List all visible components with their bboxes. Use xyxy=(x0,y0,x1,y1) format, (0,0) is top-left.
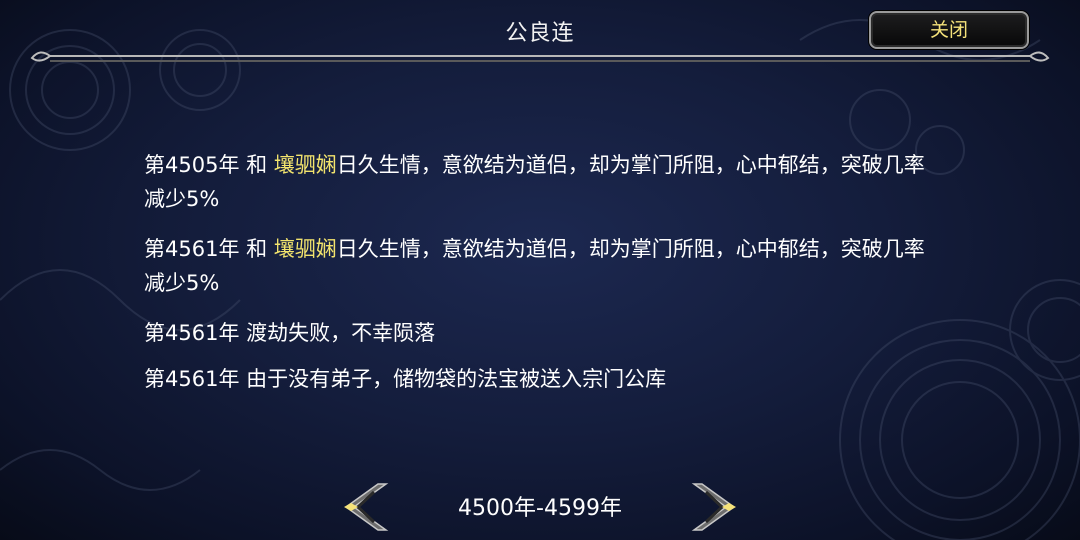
log-entry-text: 第4561年 由于没有弟子，储物袋的法宝被送入宗门公库 xyxy=(144,367,667,391)
close-button[interactable]: 关闭 xyxy=(869,11,1029,49)
log-entry-prefix: 第4561年 和 xyxy=(144,237,274,261)
log-entry-prefix: 第4505年 和 xyxy=(144,153,274,177)
left-arrow-icon[interactable] xyxy=(334,480,390,534)
character-name-link[interactable]: 壤驷娴 xyxy=(274,153,337,177)
screen: 公良连 关闭 第4505年 和 壤驷娴日久生情，意欲结为道侣，却为掌门所阻，心中… xyxy=(0,0,1080,540)
log-entry: 第4561年 由于没有弟子，储物袋的法宝被送入宗门公库 xyxy=(144,362,944,396)
right-arrow-icon[interactable] xyxy=(690,480,746,534)
log-entry: 第4561年 和 壤驷娴日久生情，意欲结为道侣，却为掌门所阻，心中郁结，突破几率… xyxy=(144,232,944,300)
log-entry: 第4505年 和 壤驷娴日久生情，意欲结为道侣，却为掌门所阻，心中郁结，突破几率… xyxy=(144,148,944,216)
log-entry: 第4561年 渡劫失败，不幸陨落 xyxy=(144,316,944,350)
header-divider xyxy=(30,51,1050,62)
event-log: 第4505年 和 壤驷娴日久生情，意欲结为道侣，却为掌门所阻，心中郁结，突破几率… xyxy=(144,148,944,408)
year-range-label: 4500年-4599年 xyxy=(458,496,622,521)
log-entry-text: 第4561年 渡劫失败，不幸陨落 xyxy=(144,321,436,345)
character-name-link[interactable]: 壤驷娴 xyxy=(274,237,337,261)
